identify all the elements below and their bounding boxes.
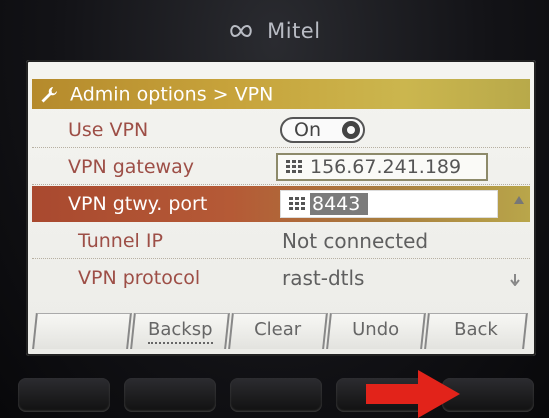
- brand-header: Mitel: [0, 18, 549, 43]
- toggle-knob-icon: [342, 121, 360, 139]
- softkey-undo[interactable]: Undo: [326, 313, 426, 349]
- vpn-gateway-field[interactable]: 156.67.241.189: [276, 153, 488, 181]
- use-vpn-label: Use VPN: [68, 119, 149, 141]
- scroll-down-icon[interactable]: [510, 274, 520, 286]
- vpn-gtwy-port-field[interactable]: 8443: [280, 190, 498, 218]
- tunnel-ip-value: Not connected: [282, 229, 429, 253]
- softkey-back-label: Back: [454, 319, 498, 340]
- toggle-label: On: [294, 119, 321, 141]
- hardware-softkey-1[interactable]: [18, 378, 110, 412]
- softkey-back[interactable]: Back: [424, 313, 528, 349]
- softkey-1[interactable]: [32, 313, 132, 349]
- setting-row-tunnel-ip[interactable]: Tunnel IP Not connected: [32, 223, 530, 259]
- hardware-softkey-row: [0, 372, 549, 418]
- vpn-protocol-value: rast-dtls: [282, 266, 365, 290]
- phone-bezel: Mitel Admin options > VPN Use VPN On VPN…: [0, 0, 549, 418]
- mitel-logo-icon: [230, 24, 253, 38]
- keypad-icon: [286, 160, 302, 173]
- softkey-bar: Backsp Clear Undo Back: [32, 313, 530, 353]
- setting-row-use-vpn[interactable]: Use VPN On: [32, 112, 530, 148]
- brand-name: Mitel: [267, 19, 321, 43]
- softkey-clear[interactable]: Clear: [228, 313, 328, 349]
- wrench-icon: [41, 86, 57, 102]
- softkey-undo-label: Undo: [352, 319, 400, 340]
- title-bar: Admin options > VPN: [32, 79, 530, 109]
- red-arrow-icon: [366, 370, 460, 418]
- breadcrumb: Admin options > VPN: [70, 83, 274, 106]
- hardware-softkey-2[interactable]: [124, 378, 216, 412]
- vpn-protocol-label: VPN protocol: [78, 267, 201, 289]
- use-vpn-toggle[interactable]: On: [280, 117, 365, 143]
- vpn-gateway-value: 156.67.241.189: [310, 156, 462, 178]
- hardware-softkey-3[interactable]: [230, 378, 322, 412]
- setting-row-vpn-gtwy-port[interactable]: VPN gtwy. port 8443: [32, 186, 530, 222]
- vpn-gtwy-port-value: 8443: [312, 193, 361, 215]
- vpn-gtwy-port-label: VPN gtwy. port: [68, 193, 208, 215]
- vpn-gateway-label: VPN gateway: [68, 156, 194, 178]
- scroll-up-icon[interactable]: [514, 196, 524, 204]
- softkey-backsp[interactable]: Backsp: [130, 313, 230, 349]
- setting-row-vpn-protocol[interactable]: VPN protocol rast-dtls: [32, 260, 530, 296]
- tunnel-ip-label: Tunnel IP: [78, 230, 163, 252]
- display-screen: Admin options > VPN Use VPN On VPN gatew…: [26, 60, 536, 356]
- keypad-icon: [289, 197, 305, 210]
- setting-row-vpn-gateway[interactable]: VPN gateway 156.67.241.189: [32, 149, 530, 185]
- softkey-backsp-label: Backsp: [147, 318, 213, 344]
- softkey-clear-label: Clear: [254, 319, 302, 340]
